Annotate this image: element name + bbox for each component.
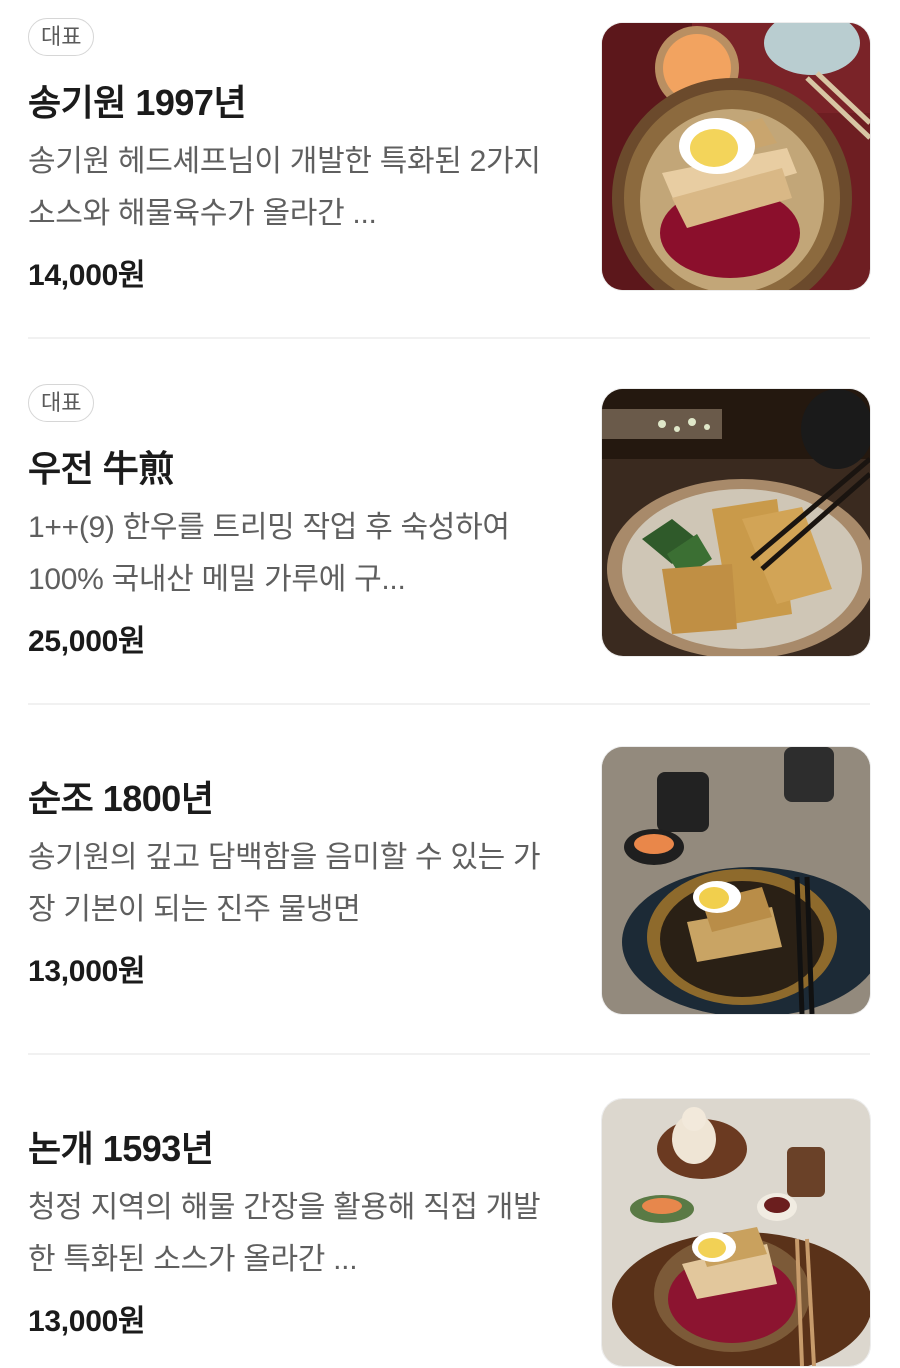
menu-item-name: 송기원 1997년 (28, 82, 247, 123)
menu-item-description: 1++(9) 한우를 트리밍 작업 후 숙성하여 100% 국내산 메밀 가루에… (28, 511, 510, 596)
menu-item-sunjo-1800[interactable]: 순조 1800년 송기원의 깊고 담백함을 음미할 수 있는 가장 기본이 되는… (28, 744, 871, 1015)
cold-noodle-photo-image (602, 747, 870, 1014)
menu-item-photo (601, 1098, 871, 1367)
menu-item-price: 25,000원 (28, 625, 146, 658)
menu-item-description: 송기원의 깊고 담백함을 음미할 수 있는 가장 기본이 되는 진주 물냉면 (28, 841, 541, 926)
item-divider (28, 1053, 870, 1055)
menu-item-description: 송기원 헤드셰프님이 개발한 특화된 2가지 소스와 해물육수가 올라간 ... (28, 145, 541, 230)
menu-item-price: 14,000원 (28, 259, 146, 292)
seafood-soy-noodle-photo-image (602, 1099, 870, 1366)
menu-item-price: 13,000원 (28, 955, 146, 988)
menu-item-price: 13,000원 (28, 1305, 146, 1338)
menu-item-photo (601, 746, 871, 1015)
beef-pancake-photo-image (602, 389, 870, 656)
signature-badge: 대표 (28, 18, 95, 56)
menu-item-photo (601, 22, 871, 291)
item-divider (28, 703, 870, 705)
signature-badge: 대표 (28, 384, 95, 422)
menu-item-ujeon[interactable]: 대표 우전 牛煎 1++(9) 한우를 트리밍 작업 후 숙성하여 100% 국… (28, 384, 871, 658)
menu-item-nongae-1593[interactable]: 논개 1593년 청정 지역의 해물 간장을 활용해 직접 개발한 특화된 소스… (28, 1094, 871, 1367)
menu-item-photo (601, 388, 871, 657)
menu-item-description: 청정 지역의 해물 간장을 활용해 직접 개발한 특화된 소스가 올라간 ... (28, 1191, 541, 1276)
naengmyeon-photo-image (602, 23, 870, 290)
item-divider (28, 337, 870, 339)
menu-item-name: 논개 1593년 (28, 1128, 214, 1169)
menu-item-name: 순조 1800년 (28, 778, 214, 819)
menu-list: 대표 송기원 1997년 송기원 헤드셰프님이 개발한 특화된 2가지 소스와 … (0, 0, 900, 1368)
menu-item-name: 우전 牛煎 (28, 448, 174, 489)
menu-item-songgiwon-1997[interactable]: 대표 송기원 1997년 송기원 헤드셰프님이 개발한 특화된 2가지 소스와 … (28, 18, 871, 292)
